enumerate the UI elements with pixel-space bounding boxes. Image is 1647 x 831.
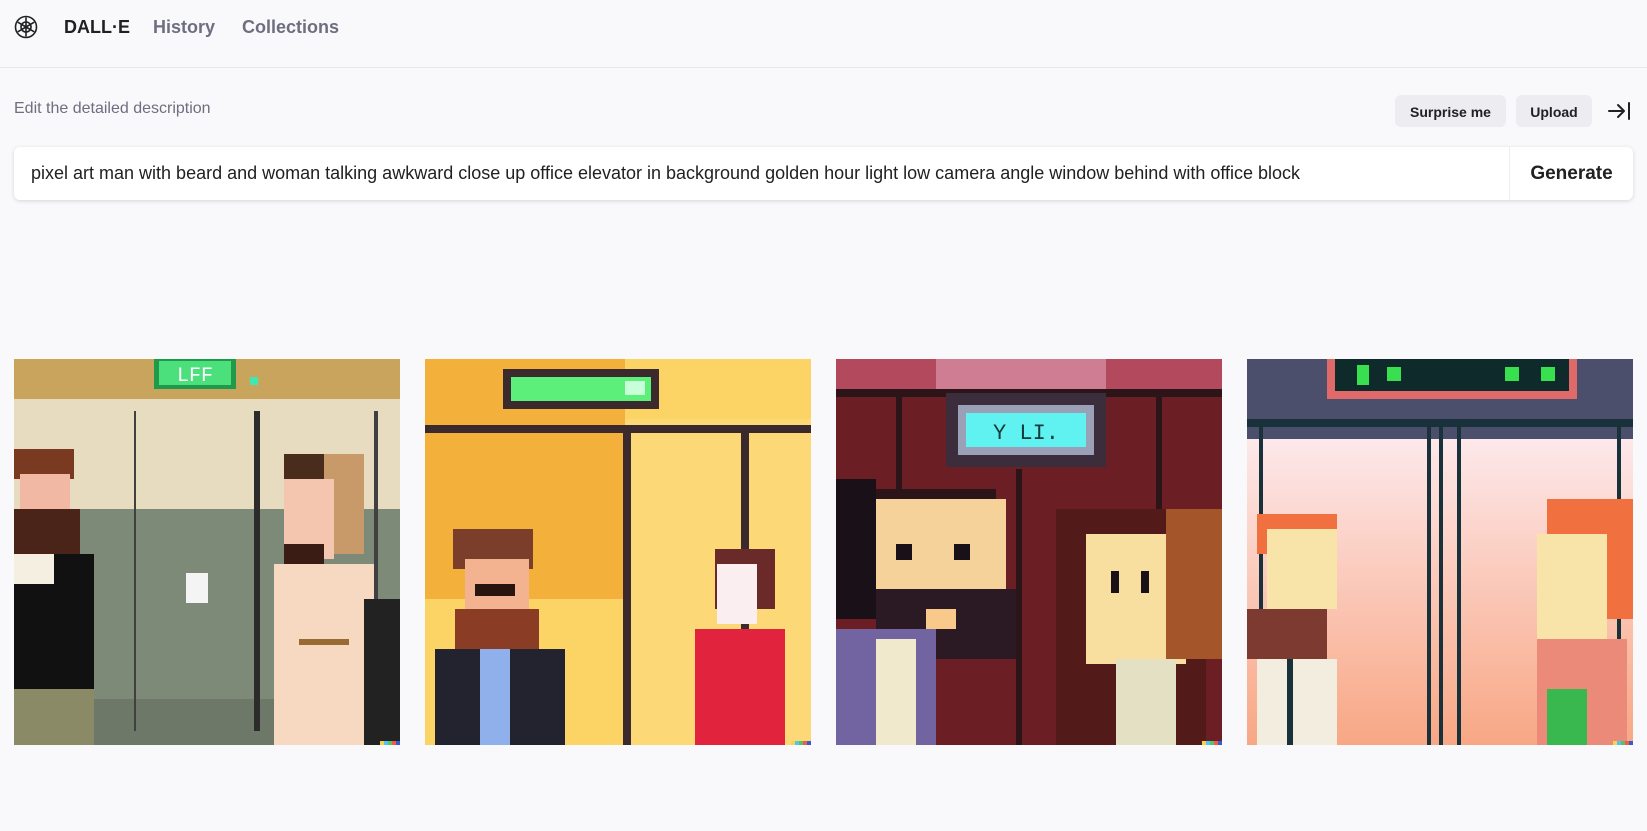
image-thumbnail bbox=[1247, 359, 1633, 745]
image-thumbnail: LFF bbox=[14, 359, 400, 745]
image-thumbnail: Y LI. bbox=[836, 359, 1222, 745]
upload-button[interactable]: Upload bbox=[1516, 95, 1592, 127]
arrow-right-to-line-icon[interactable] bbox=[1607, 100, 1631, 122]
top-nav: DALL·E History Collections bbox=[0, 0, 1647, 68]
surprise-me-button[interactable]: Surprise me bbox=[1395, 95, 1506, 127]
result-image-3[interactable]: Y LI. bbox=[836, 359, 1222, 745]
result-image-2[interactable] bbox=[425, 359, 811, 745]
prompt-label: Edit the detailed description bbox=[14, 100, 211, 117]
nav-dalle[interactable]: DALL·E bbox=[64, 15, 130, 39]
watermark bbox=[791, 741, 811, 745]
result-image-1[interactable]: LFF bbox=[14, 359, 400, 745]
prompt-input[interactable] bbox=[14, 147, 1509, 200]
exit-sign-text: LFF bbox=[177, 365, 213, 388]
elevator-display-text: Y LI. bbox=[993, 421, 1059, 446]
watermark bbox=[380, 741, 400, 745]
openai-logo-icon[interactable] bbox=[13, 14, 39, 40]
generate-button[interactable]: Generate bbox=[1510, 147, 1633, 200]
watermark bbox=[1613, 741, 1633, 745]
nav-collections[interactable]: Collections bbox=[242, 15, 339, 39]
watermark bbox=[1202, 741, 1222, 745]
image-thumbnail bbox=[425, 359, 811, 745]
result-image-4[interactable] bbox=[1247, 359, 1633, 745]
prompt-box: Generate bbox=[14, 147, 1633, 200]
nav-history[interactable]: History bbox=[153, 15, 215, 39]
